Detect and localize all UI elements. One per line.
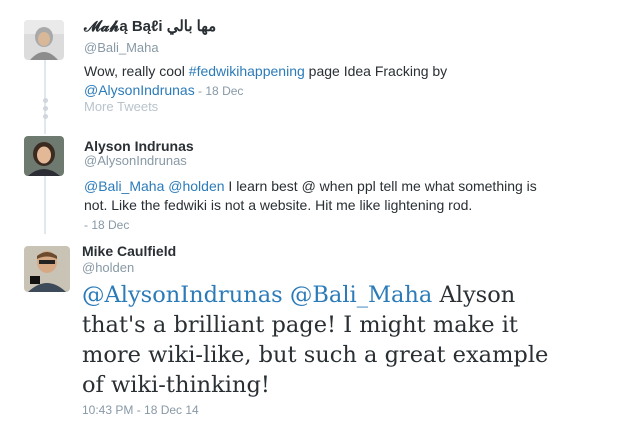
tweet-text: @Bali_Maha @holden I learn best @ when p… <box>84 177 554 235</box>
mention-link[interactable]: @Bali_Maha <box>84 178 164 194</box>
tweet-text: @AlysonIndrunas @Bali_Maha Alyson that's… <box>82 280 552 400</box>
thread-dot <box>42 106 48 111</box>
tweet-timestamp[interactable]: 10:43 PM - 18 Dec 14 <box>82 403 199 417</box>
tweet-author-handle[interactable]: @AlysonIndrunas <box>84 153 187 168</box>
thread-dot <box>42 98 48 103</box>
avatar[interactable] <box>24 246 70 292</box>
tweet-text-part: page Idea Fracking by <box>304 63 448 79</box>
tweet-author-handle[interactable]: @holden <box>82 260 134 275</box>
mention-link[interactable]: @AlysonIndrunas <box>82 282 283 308</box>
more-tweets-link[interactable]: More Tweets <box>84 99 158 114</box>
avatar[interactable] <box>24 136 64 176</box>
mention-link[interactable]: @holden <box>168 178 224 194</box>
tweet-text: Wow, really cool #fedwikihappening page … <box>84 62 604 101</box>
tweet-author-handle[interactable]: @Bali_Maha <box>84 40 159 55</box>
hashtag-link[interactable]: #fedwikihappening <box>189 63 305 79</box>
tweet-author-name[interactable]: Mike Caulfield <box>82 243 176 259</box>
tweet-time[interactable]: - 18 Dec <box>195 84 243 98</box>
tweet-time[interactable]: - 18 Dec <box>84 218 129 232</box>
avatar[interactable] <box>24 20 64 60</box>
thread-line-top <box>44 58 46 134</box>
mention-link[interactable]: @AlysonIndrunas <box>84 82 195 98</box>
mention-link[interactable]: @Bali_Maha <box>290 282 432 308</box>
tweet-author-name[interactable]: Alyson Indrunas <box>84 138 194 154</box>
thread-line-bottom <box>44 174 46 234</box>
tweet-text-part: Wow, really cool <box>84 63 189 79</box>
thread-dot <box>42 114 48 119</box>
tweet-author-name[interactable]: 𝓜𝓪𝓱ą Bąℓi مها بالي <box>84 17 216 35</box>
